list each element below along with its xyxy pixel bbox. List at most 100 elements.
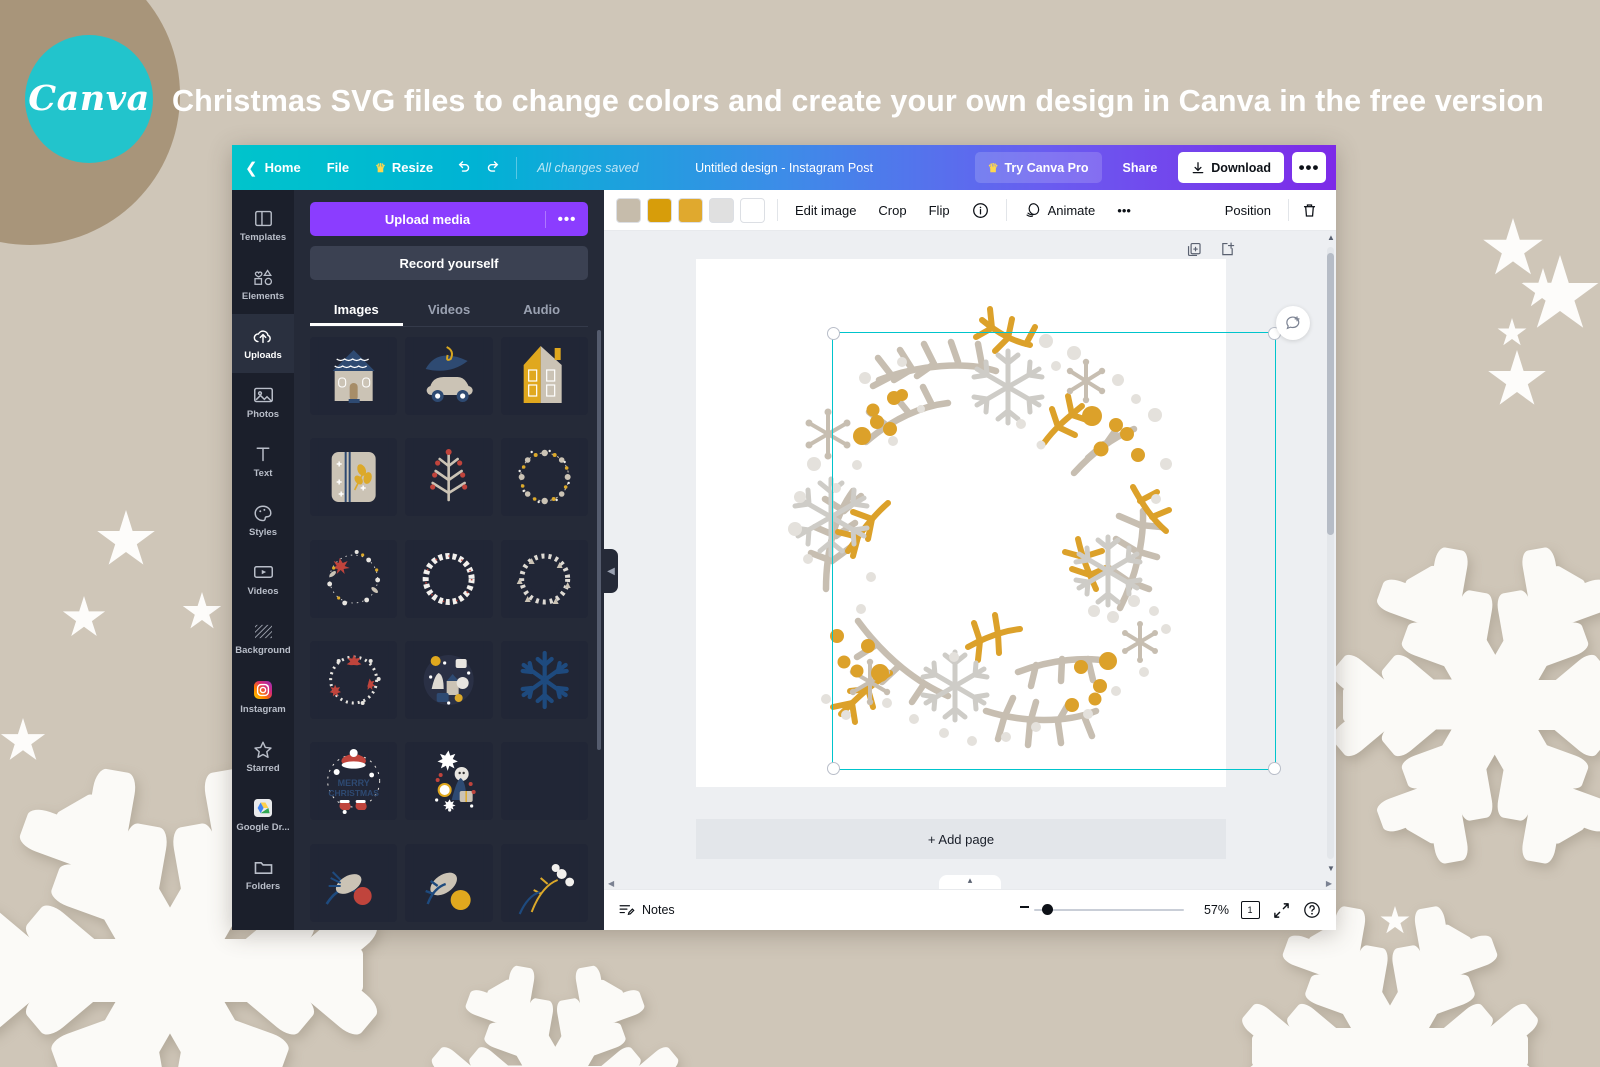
scroll-thumb[interactable] — [1327, 253, 1334, 535]
edit-image-button[interactable]: Edit image — [784, 195, 867, 225]
delete-button[interactable] — [1295, 195, 1324, 225]
color-swatch-4[interactable] — [709, 197, 734, 223]
resize-handle-bottom-left[interactable] — [827, 762, 840, 775]
canvas-vertical-scrollbar[interactable]: ▲ ▼ — [1327, 233, 1335, 873]
toolbar-divider — [777, 199, 778, 221]
panel-collapse-handle[interactable]: ◀ — [604, 549, 618, 593]
sidebar-item-background[interactable]: Background — [232, 609, 294, 668]
color-swatch-3[interactable] — [678, 197, 703, 223]
scroll-left-arrow[interactable]: ◀ — [608, 879, 614, 888]
list-item[interactable] — [310, 438, 398, 517]
snow-star-icon — [97, 510, 155, 565]
info-button[interactable] — [961, 195, 1000, 225]
page-count-button[interactable]: 1 — [1240, 899, 1263, 920]
crop-button[interactable]: Crop — [867, 195, 917, 225]
color-swatch-5[interactable] — [740, 197, 765, 223]
list-item[interactable] — [405, 843, 493, 922]
list-item[interactable] — [500, 337, 588, 415]
zoom-slider-knob[interactable] — [1042, 904, 1053, 915]
sidebar-item-text[interactable]: Text — [232, 432, 294, 491]
resize-handle-top-left[interactable] — [827, 327, 840, 340]
scroll-right-arrow[interactable]: ▶ — [1326, 879, 1332, 888]
list-item[interactable] — [500, 438, 588, 517]
flip-button[interactable]: Flip — [918, 195, 961, 225]
list-item[interactable] — [310, 843, 398, 922]
sidebar-item-templates[interactable]: Templates — [232, 196, 294, 255]
add-comment-button[interactable] — [1276, 306, 1310, 340]
sidebar-label: Starred — [246, 763, 280, 774]
sidebar-item-photos[interactable]: Photos — [232, 373, 294, 432]
sidebar-item-videos[interactable]: Videos — [232, 550, 294, 609]
list-item[interactable] — [500, 640, 588, 719]
add-page-label: + Add page — [927, 831, 995, 847]
tab-audio[interactable]: Audio — [495, 294, 588, 326]
animate-label: Animate — [1047, 202, 1096, 218]
duplicate-page-icon — [1187, 242, 1201, 257]
file-menu-button[interactable]: File — [314, 145, 362, 190]
help-icon — [1304, 902, 1320, 918]
color-swatch-1[interactable] — [616, 197, 641, 223]
sidebar-item-folders[interactable]: Folders — [232, 845, 294, 904]
share-button[interactable]: Share — [1110, 152, 1171, 183]
upload-media-button[interactable]: Upload media ••• — [310, 202, 588, 236]
redo-button[interactable] — [478, 152, 510, 184]
edit-image-label: Edit image — [795, 202, 857, 218]
position-button[interactable]: Position — [1214, 195, 1282, 225]
download-label: Download — [1211, 160, 1271, 175]
sidebar-item-google-drive[interactable]: Google Dr... — [232, 786, 294, 845]
editor-main: Edit image Crop Flip Animate ••• Positio… — [604, 190, 1336, 930]
list-item[interactable] — [405, 438, 493, 517]
top-more-button[interactable]: ••• — [1292, 152, 1326, 183]
canvas-horizontal-scrollbar[interactable]: ◀ ▶ ▴ — [604, 875, 1336, 889]
sidebar-item-elements[interactable]: Elements — [232, 255, 294, 314]
list-item[interactable] — [310, 640, 398, 719]
list-item[interactable] — [500, 843, 588, 922]
try-canva-pro-button[interactable]: ♛ Try Canva Pro — [974, 152, 1102, 183]
crown-icon: ♛ — [375, 160, 386, 175]
tab-images[interactable]: Images — [310, 294, 403, 326]
sidebar-item-starred[interactable]: Starred — [232, 727, 294, 786]
help-button[interactable] — [1302, 900, 1322, 920]
list-item[interactable] — [405, 539, 493, 618]
scroll-down-arrow[interactable]: ▼ — [1327, 864, 1335, 873]
scroll-up-arrow[interactable]: ▲ — [1327, 233, 1335, 242]
sidebar-item-styles[interactable]: Styles — [232, 491, 294, 550]
record-yourself-button[interactable]: Record yourself — [310, 246, 588, 280]
image-more-button[interactable]: ••• — [1106, 195, 1142, 225]
list-item[interactable] — [405, 640, 493, 719]
sidebar-item-uploads[interactable]: Uploads — [232, 314, 294, 373]
zoom-controls: 57% 1 — [1020, 899, 1322, 920]
list-item[interactable] — [500, 539, 588, 618]
cloud-upload-icon — [252, 326, 274, 346]
list-item[interactable]: MERRY CHRISTMAS — [310, 742, 398, 821]
zoom-slider[interactable] — [1020, 903, 1184, 917]
list-item[interactable] — [500, 742, 588, 821]
undo-button[interactable] — [446, 152, 478, 184]
list-item[interactable] — [310, 337, 398, 415]
uploads-thumbnail-grid: MERRY CHRISTMAS — [294, 337, 604, 930]
fullscreen-button[interactable] — [1271, 900, 1291, 920]
notes-button[interactable]: Notes — [618, 902, 675, 918]
color-swatch-2[interactable] — [647, 197, 672, 223]
resize-button[interactable]: ♛ Resize — [362, 145, 446, 190]
tab-videos[interactable]: Videos — [403, 294, 496, 326]
svg-text:CHRISTMAS: CHRISTMAS — [328, 788, 379, 798]
animate-button[interactable]: Animate — [1013, 195, 1107, 225]
upload-more-button[interactable]: ••• — [545, 210, 588, 228]
panel-expand-handle[interactable]: ▴ — [939, 875, 1001, 889]
zoom-out-icon[interactable] — [1020, 906, 1029, 908]
sidebar-item-instagram[interactable]: Instagram — [232, 668, 294, 727]
canva-logo: Canva — [25, 35, 153, 163]
list-item[interactable] — [310, 539, 398, 618]
selection-box[interactable] — [827, 327, 1281, 775]
home-button[interactable]: ❮ Home — [232, 145, 314, 190]
download-button[interactable]: Download — [1178, 152, 1284, 183]
uploads-panel-scrollbar[interactable] — [597, 330, 601, 750]
snow-star-icon — [182, 592, 222, 629]
list-item[interactable] — [405, 742, 493, 821]
design-page[interactable] — [696, 259, 1281, 787]
add-page-bar[interactable]: + Add page — [696, 819, 1226, 859]
resize-handle-bottom-right[interactable] — [1268, 762, 1281, 775]
canvas-area[interactable]: + Add page ▲ ▼ ◀ ▶ ▴ — [604, 231, 1336, 889]
list-item[interactable] — [405, 337, 493, 415]
